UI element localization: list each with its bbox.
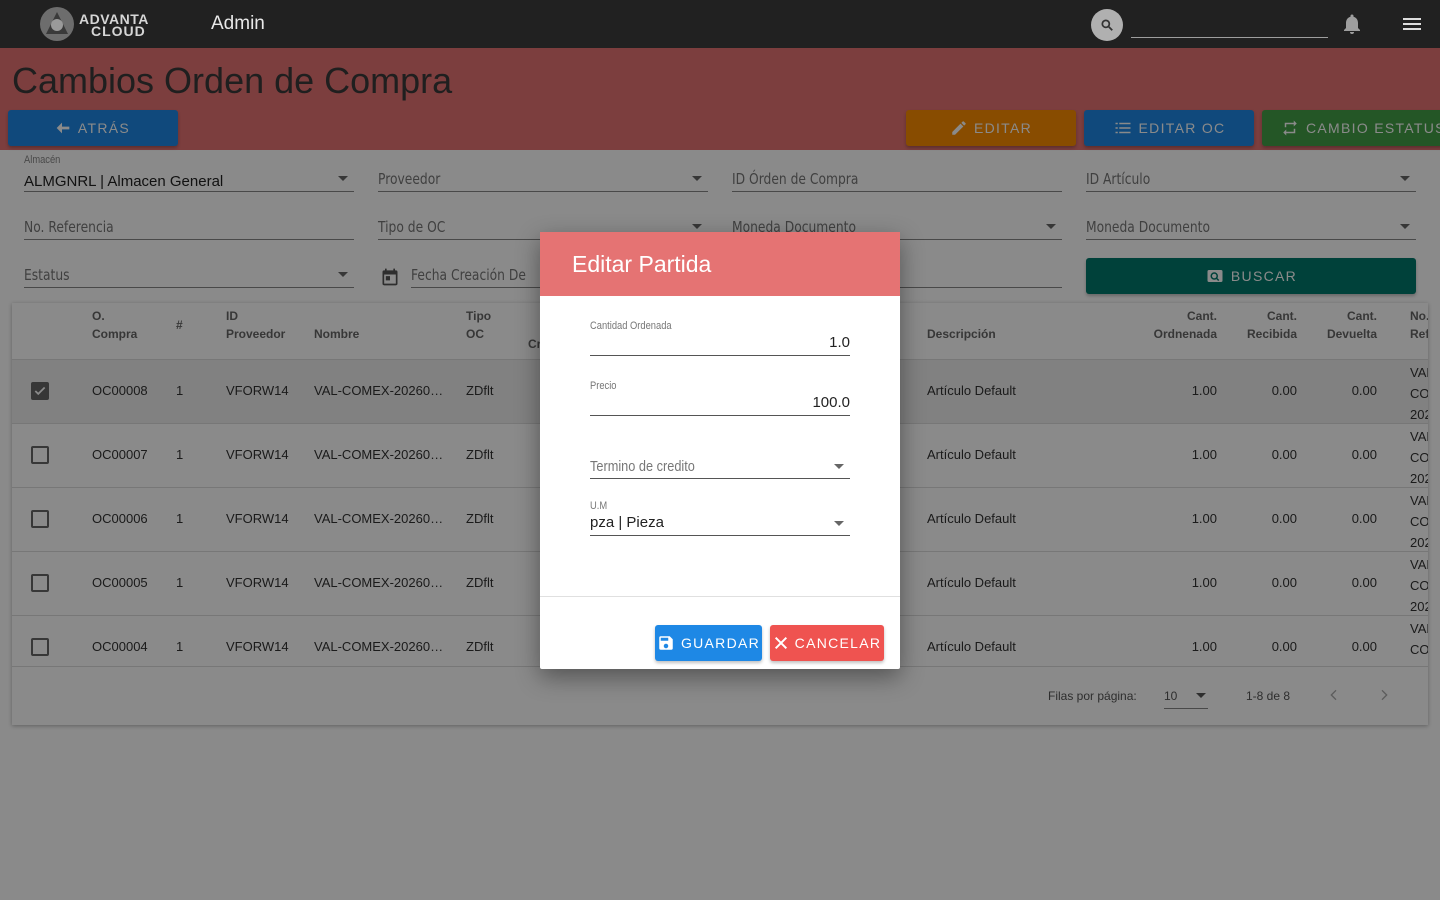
cantidad-ordenada-value: 1.0	[829, 334, 850, 351]
termino-credito-placeholder: Termino de credito	[590, 458, 695, 475]
global-search-input[interactable]	[1131, 10, 1328, 38]
floppy-disk-icon	[659, 636, 673, 650]
search-button[interactable]	[1091, 9, 1123, 41]
unidad-medida-label: U.M	[590, 500, 608, 512]
save-button-label: GUARDAR	[680, 635, 761, 651]
brand-name-bottom: CLOUD	[91, 23, 146, 39]
precio-field[interactable]: Precio 100.0	[590, 380, 850, 416]
precio-label: Precio	[590, 380, 617, 392]
cantidad-ordenada-label: Cantidad Ordenada	[590, 320, 672, 332]
cancel-button[interactable]: CANCELAR	[770, 625, 884, 661]
precio-value: 100.0	[812, 394, 850, 411]
chevron-down-icon	[834, 521, 844, 526]
edit-partida-dialog: Editar Partida Cantidad Ordenada 1.0 Pre…	[540, 232, 900, 669]
top-bar: ADVANTA CLOUD Admin	[0, 0, 1440, 48]
close-icon	[774, 636, 787, 650]
dialog-header: Editar Partida	[540, 232, 900, 296]
brand-logo[interactable]: ADVANTA CLOUD	[36, 4, 160, 44]
notifications-bell-icon[interactable]	[1340, 12, 1364, 36]
logo-mark-icon	[40, 7, 74, 41]
app-title: Admin	[211, 13, 265, 34]
cantidad-ordenada-field[interactable]: Cantidad Ordenada 1.0	[590, 320, 850, 356]
chevron-down-icon	[834, 464, 844, 469]
search-icon	[1101, 19, 1113, 31]
termino-credito-select[interactable]: Termino de credito	[590, 445, 850, 479]
save-button[interactable]: GUARDAR	[655, 625, 762, 661]
dialog-divider	[540, 596, 900, 597]
hamburger-menu-icon[interactable]	[1400, 12, 1424, 36]
cancel-button-label: CANCELAR	[794, 635, 882, 651]
unidad-medida-select[interactable]: U.M pza | Pieza	[590, 500, 850, 536]
unidad-medida-value: pza | Pieza	[590, 514, 664, 531]
dialog-title: Editar Partida	[572, 251, 712, 277]
